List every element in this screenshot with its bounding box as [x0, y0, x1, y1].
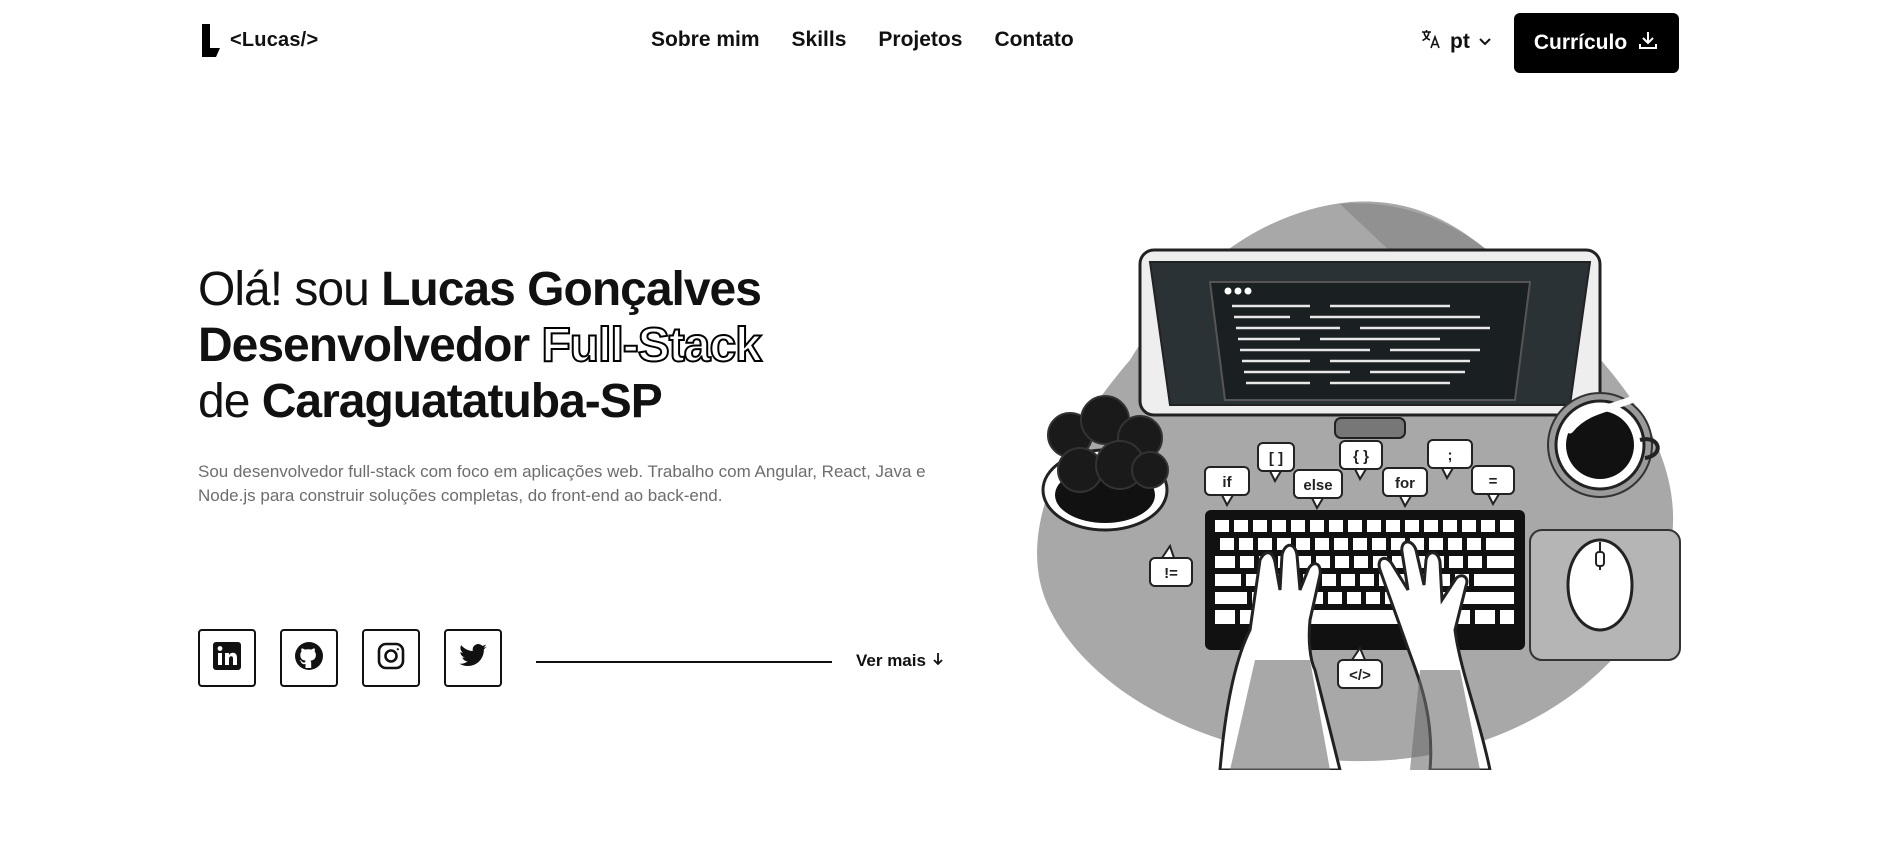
nav-contato[interactable]: Contato: [994, 28, 1073, 52]
divider-line: [536, 661, 832, 663]
logo-text: <Lucas/>: [230, 28, 319, 51]
twitter-icon: [458, 641, 488, 676]
bubble-semicolon: ;: [1448, 447, 1453, 464]
nav-projetos[interactable]: Projetos: [878, 28, 962, 52]
location-prefix: de: [198, 375, 262, 428]
instagram-icon: [376, 641, 406, 676]
hero-line-1: Olá! sou Lucas Gonçalves: [198, 262, 762, 318]
greeting-text: Olá! sou: [198, 263, 382, 316]
hero-line-3: de Caraguatatuba-SP: [198, 374, 761, 430]
nav-sobre-mim[interactable]: Sobre mim: [651, 28, 760, 52]
hero-description: Sou desenvolvedor full-stack com foco em…: [198, 462, 926, 505]
language-label: pt: [1450, 30, 1470, 53]
bubble-equals: =: [1489, 473, 1498, 490]
curriculo-button[interactable]: Currículo: [1514, 13, 1679, 73]
github-link[interactable]: [280, 629, 338, 687]
bubble-for: for: [1395, 475, 1415, 492]
hero-title: Olá! sou Lucas Gonçalves Desenvolvedor F…: [198, 262, 763, 430]
bubble-brackets: [ ]: [1269, 450, 1283, 467]
social-links: [198, 629, 502, 687]
language-selector[interactable]: pt: [1420, 28, 1492, 56]
twitter-link[interactable]: [444, 629, 502, 687]
github-icon: [294, 641, 324, 676]
main-nav: Sobre mim Skills Projetos Contato: [651, 28, 1074, 52]
hero-role-highlight: Full-Stack: [540, 318, 762, 373]
developer-illustration: if [ ] else { } for ; = != </>: [1010, 190, 1700, 772]
chevron-down-icon: [1478, 30, 1492, 54]
hero-role: Desenvolvedor: [198, 319, 542, 372]
bubble-if: if: [1222, 474, 1232, 491]
nav-skills[interactable]: Skills: [792, 28, 847, 52]
bubble-else: else: [1303, 477, 1332, 494]
bubble-braces: { }: [1353, 448, 1369, 465]
hero-line-2: Desenvolvedor Full-Stack: [198, 318, 763, 374]
download-icon: [1637, 29, 1659, 57]
developer-desk-illustration: if [ ] else { } for ; = != </>: [1037, 201, 1681, 772]
logo-mark-icon: [200, 22, 222, 58]
linkedin-link[interactable]: [198, 629, 256, 687]
bubble-tag: </>: [1349, 667, 1371, 684]
site-header: <Lucas/> Sobre mim Skills Projetos Conta…: [0, 0, 1887, 84]
instagram-link[interactable]: [362, 629, 420, 687]
curriculo-label: Currículo: [1533, 31, 1628, 54]
ver-mais-link[interactable]: Ver mais: [856, 651, 944, 671]
translate-icon: [1420, 28, 1442, 56]
logo[interactable]: <Lucas/>: [200, 22, 318, 58]
hero-location: Caraguatatuba-SP: [261, 375, 663, 428]
hero-name: Lucas Gonçalves: [381, 263, 762, 316]
linkedin-icon: [212, 641, 242, 676]
ver-mais-label: Ver mais: [856, 651, 926, 670]
bubble-not-equal: !=: [1164, 565, 1178, 582]
arrow-down-icon: [932, 651, 944, 671]
